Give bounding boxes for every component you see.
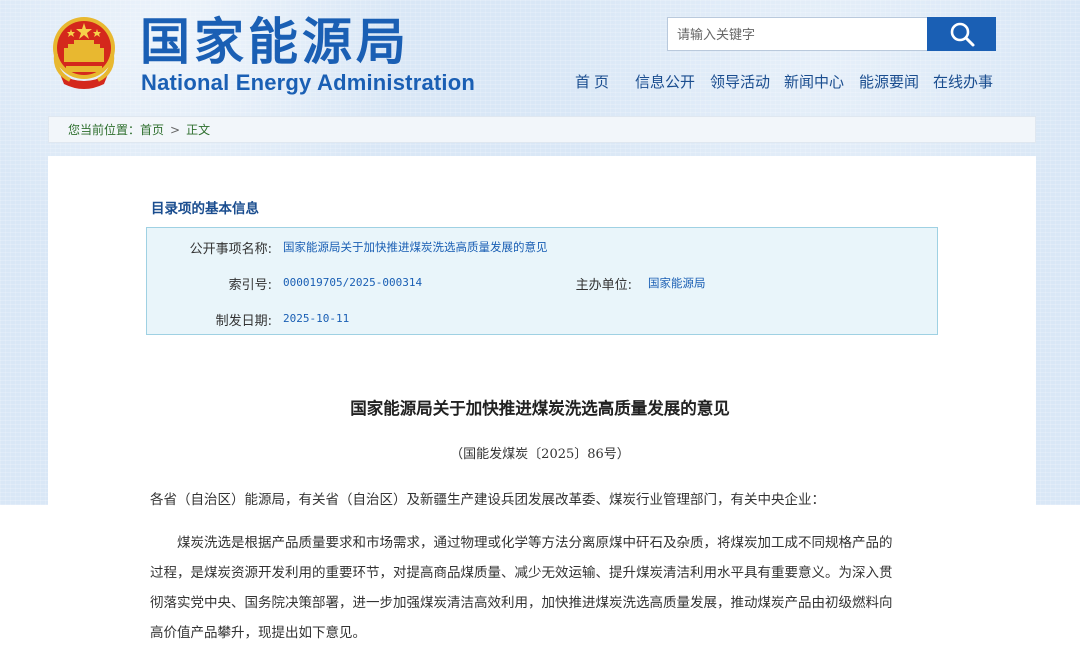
index-label: 索引号:	[228, 278, 272, 293]
document-title: 国家能源局关于加快推进煤炭洗选高质量发展的意见	[350, 399, 730, 418]
nav-info-disclosure[interactable]: 信息公开	[635, 71, 710, 93]
nav-news-center[interactable]: 新闻中心	[784, 71, 859, 93]
date-label: 制发日期:	[215, 314, 272, 329]
site-logo-en[interactable]: National Energy Administration	[141, 70, 475, 96]
nav-leadership[interactable]: 领导活动	[710, 71, 784, 93]
paragraph-line: 彻落实党中央、国务院决策部署，进一步加强煤炭清洁高效利用，加快推进煤炭洗选高质量…	[150, 595, 893, 611]
index-value: 000019705/2025-000314	[283, 276, 423, 289]
document-paragraph: 煤炭洗选是根据产品质量要求和市场需求，通过物理或化学等方法分离原煤中矸石及杂质，…	[150, 528, 940, 645]
nav-home[interactable]: 首页	[575, 71, 635, 93]
breadcrumb-current: 正文	[186, 123, 211, 137]
site-logo-cn[interactable]: 国家能源局	[140, 14, 410, 70]
info-section-title: 目录项的基本信息	[151, 201, 259, 217]
name-label: 公开事项名称:	[189, 242, 272, 257]
org-value: 国家能源局	[648, 276, 706, 290]
nav-online-services[interactable]: 在线办事	[933, 71, 1003, 93]
document-number: （国能发煤炭〔2025〕86号）	[450, 447, 630, 462]
paragraph-line: 过程，是煤炭资源开发利用的重要环节，对提高商品煤质量、减少无效运输、提升煤炭清洁…	[150, 565, 893, 581]
search-icon	[950, 22, 974, 47]
nav-energy-news[interactable]: 能源要闻	[859, 71, 933, 93]
breadcrumb: 您当前位置： 首页 > 正文	[48, 116, 1036, 143]
national-emblem-icon	[53, 17, 115, 89]
paragraph-line: 高价值产品攀升，现提出如下意见。	[150, 625, 366, 641]
search-button[interactable]	[927, 17, 996, 51]
document-salutation: 各省（自治区）能源局，有关省（自治区）及新疆生产建设兵团发展改革委、煤炭行业管理…	[150, 492, 825, 508]
date-value: 2025-10-11	[283, 312, 350, 325]
main-nav: 首页 信息公开 领导活动 新闻中心 能源要闻 在线办事	[575, 71, 1003, 93]
name-value: 国家能源局关于加快推进煤炭洗选高质量发展的意见	[283, 240, 548, 254]
breadcrumb-chevron-icon: >	[170, 122, 181, 137]
breadcrumb-prefix: 您当前位置：	[68, 123, 141, 137]
paragraph-line: 煤炭洗选是根据产品质量要求和市场需求，通过物理或化学等方法分离原煤中矸石及杂质，…	[150, 535, 893, 551]
org-label: 主办单位:	[575, 278, 632, 293]
search-input[interactable]	[667, 17, 928, 51]
breadcrumb-home-link[interactable]: 首页	[140, 121, 164, 138]
